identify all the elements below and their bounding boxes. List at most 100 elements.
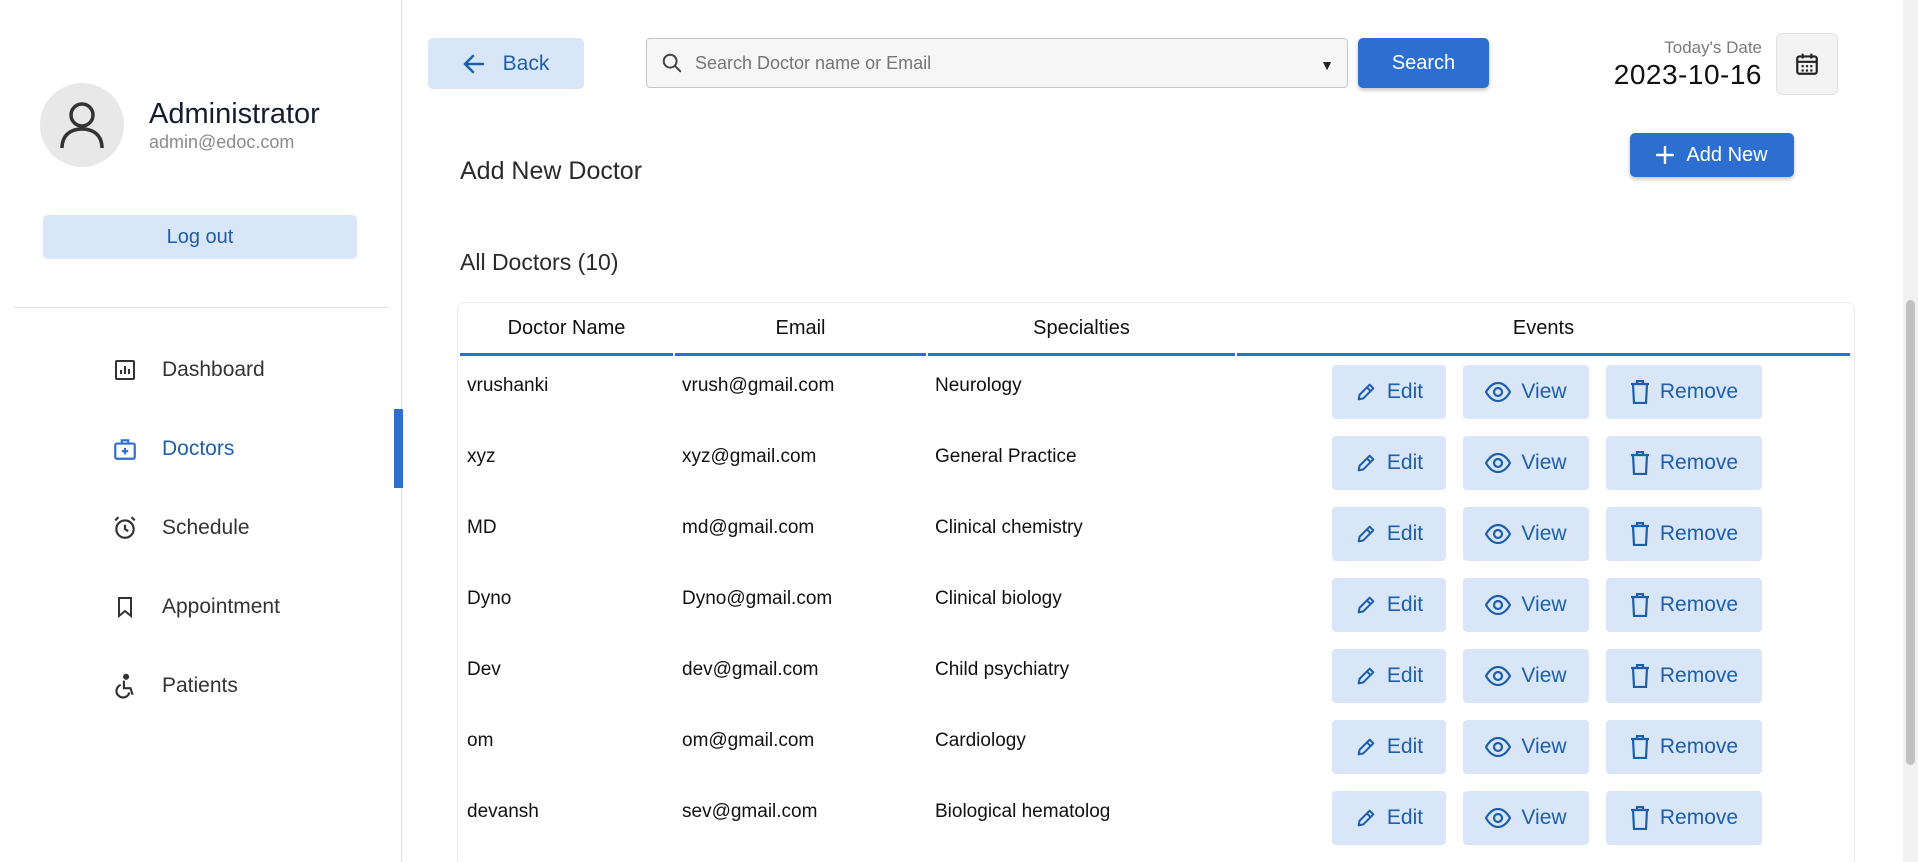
view-button[interactable]: View <box>1463 364 1589 419</box>
dashboard-icon <box>110 355 140 385</box>
add-new-button[interactable]: Add New <box>1630 133 1794 177</box>
edit-button[interactable]: Edit <box>1332 577 1446 632</box>
trash-icon <box>1630 521 1649 546</box>
events-cell: Edit View Remove <box>1237 356 1850 427</box>
search-button[interactable]: Search <box>1358 38 1489 88</box>
add-doctor-title: Add New Doctor <box>460 157 643 185</box>
events-cell: Edit View Remove <box>1237 569 1850 640</box>
events-group: Edit View Remove <box>1237 435 1850 490</box>
remove-label: Remove <box>1659 805 1739 829</box>
view-label: View <box>1521 805 1567 829</box>
events-cell: Edit View Remove <box>1237 782 1850 853</box>
pencil-icon <box>1357 525 1375 542</box>
profile-name: Administrator <box>149 98 320 130</box>
sidebar-item-schedule[interactable]: Schedule <box>0 488 402 567</box>
view-button[interactable]: View <box>1463 435 1589 490</box>
user-icon <box>60 102 104 149</box>
header-email: Email <box>675 303 926 356</box>
eye-icon <box>1485 594 1512 615</box>
events-cell: Edit View Remove <box>1237 711 1850 782</box>
table-row: MD md@gmail.com Clinical chemistry Edit View… <box>460 498 1850 569</box>
scrollbar-thumb[interactable] <box>1906 300 1915 765</box>
doctor-email-cell: Dyno@gmail.com <box>682 588 833 609</box>
events-group: Edit View Remove <box>1237 648 1850 703</box>
table-row: Dev dev@gmail.com Child psychiatry Edit View… <box>460 640 1850 711</box>
edit-label: Edit <box>1386 805 1424 829</box>
edit-button[interactable]: Edit <box>1332 364 1446 419</box>
date-label: Today's Date <box>1664 38 1762 57</box>
remove-button[interactable]: Remove <box>1606 577 1762 632</box>
remove-label: Remove <box>1659 734 1739 758</box>
sidebar-item-label: Doctors <box>162 436 235 460</box>
logout-button[interactable]: Log out <box>43 215 357 259</box>
search-input[interactable] <box>695 52 1307 74</box>
remove-button[interactable]: Remove <box>1606 435 1762 490</box>
view-button[interactable]: View <box>1463 577 1589 632</box>
view-button[interactable]: View <box>1463 506 1589 561</box>
events-cell: Edit View Remove <box>1237 427 1850 498</box>
sidebar-item-label: Schedule <box>162 515 250 539</box>
date-block: Today's Date 2023-10-16 <box>1614 38 1762 92</box>
eye-icon <box>1485 736 1512 757</box>
alarm-clock-icon <box>110 513 140 543</box>
doctor-specialty-cell: Biological hematolog <box>935 801 1111 822</box>
remove-button[interactable]: Remove <box>1606 506 1762 561</box>
edit-button[interactable]: Edit <box>1332 648 1446 703</box>
events-group: Edit View Remove <box>1237 506 1850 561</box>
profile-email: admin@edoc.com <box>149 132 295 152</box>
table-row: vrushanki vrush@gmail.com Neurology Edit Vie… <box>460 356 1850 427</box>
header-events: Events <box>1237 303 1850 356</box>
search-box: ▼ <box>646 38 1348 88</box>
all-doctors-title: All Doctors (10) <box>460 249 619 275</box>
arrow-left-icon <box>463 54 484 73</box>
doctor-name-cell: vrushanki <box>467 375 549 396</box>
header-doctor-name: Doctor Name <box>460 303 673 356</box>
sidebar-item-dashboard[interactable]: Dashboard <box>0 330 402 409</box>
events-cell: Edit View Remove <box>1237 498 1850 569</box>
edit-button[interactable]: Edit <box>1332 719 1446 774</box>
table-row: Dyno Dyno@gmail.com Clinical biology Edit Vi… <box>460 569 1850 640</box>
calendar-button[interactable] <box>1776 33 1838 95</box>
remove-button[interactable]: Remove <box>1606 790 1762 845</box>
table-row: om om@gmail.com Cardiology Edit View Remove <box>460 711 1850 782</box>
eye-icon <box>1485 381 1512 402</box>
doctor-specialty-cell: Neurology <box>935 375 1022 396</box>
sidebar-menu: Dashboard Doctors Schedule Appointment P… <box>0 330 403 725</box>
remove-label: Remove <box>1659 592 1739 616</box>
remove-button[interactable]: Remove <box>1606 719 1762 774</box>
edit-button[interactable]: Edit <box>1332 435 1446 490</box>
edit-button[interactable]: Edit <box>1332 506 1446 561</box>
doctor-name-cell: om <box>467 730 494 751</box>
sidebar-item-label: Dashboard <box>162 357 265 381</box>
doctor-specialty-cell: Child psychiatry <box>935 659 1070 680</box>
eye-icon <box>1485 665 1512 686</box>
profile: Administrator admin@edoc.com <box>40 83 320 167</box>
doctor-email-cell: sev@gmail.com <box>682 801 818 822</box>
view-label: View <box>1521 521 1567 545</box>
view-button[interactable]: View <box>1463 648 1589 703</box>
remove-button[interactable]: Remove <box>1606 648 1762 703</box>
view-button[interactable]: View <box>1463 790 1589 845</box>
back-button[interactable]: Back <box>428 38 584 89</box>
edit-button[interactable]: Edit <box>1332 790 1446 845</box>
events-group: Edit View Remove <box>1237 790 1850 845</box>
profile-text: Administrator admin@edoc.com <box>149 97 320 153</box>
doctor-specialty-cell: General Practice <box>935 446 1077 467</box>
remove-label: Remove <box>1659 450 1739 474</box>
remove-label: Remove <box>1659 379 1739 403</box>
sidebar-item-patients[interactable]: Patients <box>0 646 402 725</box>
search-icon <box>662 53 682 73</box>
view-button[interactable]: View <box>1463 719 1589 774</box>
trash-icon <box>1630 663 1649 688</box>
trash-icon <box>1630 450 1649 475</box>
trash-icon <box>1630 379 1649 404</box>
remove-button[interactable]: Remove <box>1606 364 1762 419</box>
doctor-bag-icon <box>110 434 140 464</box>
doctor-email-cell: xyz@gmail.com <box>682 446 817 467</box>
chevron-down-icon[interactable]: ▼ <box>1307 57 1347 73</box>
sidebar-item-appointment[interactable]: Appointment <box>0 567 402 646</box>
view-label: View <box>1521 379 1567 403</box>
sidebar-item-doctors[interactable]: Doctors <box>0 409 403 488</box>
table-header-row: Doctor Name Email Specialties Events <box>460 303 1850 356</box>
trash-icon <box>1630 805 1649 830</box>
